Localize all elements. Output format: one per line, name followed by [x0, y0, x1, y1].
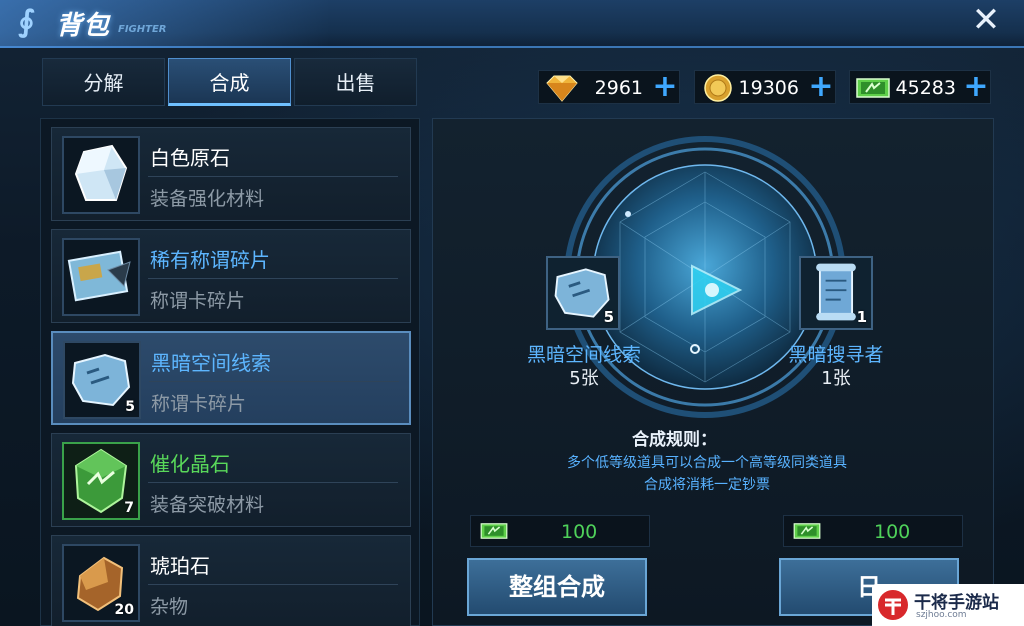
item-name: 稀有称谓碎片	[150, 248, 270, 272]
item-type: 装备强化材料	[150, 188, 265, 210]
gold-value: 19306	[738, 77, 799, 99]
list-item[interactable]: 20 琥珀石 杂物	[51, 535, 411, 626]
cost-right-value: 100	[874, 521, 911, 543]
add-diamond-button[interactable]: +	[651, 72, 679, 103]
item-name: 黑暗空间线索	[151, 351, 271, 375]
diamond-icon	[546, 75, 578, 102]
cost-left: 100	[470, 515, 650, 547]
target-item-slot[interactable]: 1	[799, 256, 873, 330]
item-name: 琥珀石	[150, 554, 210, 578]
close-button[interactable]: ✕	[966, 2, 1006, 38]
list-item-selected[interactable]: 5 黑暗空间线索 称谓卡碎片	[51, 331, 411, 425]
item-count: 20	[114, 602, 134, 618]
divider	[148, 176, 398, 177]
item-count: 5	[125, 399, 135, 415]
item-count: 7	[124, 500, 134, 516]
item-type: 杂物	[150, 596, 189, 618]
banknote-icon	[793, 523, 821, 539]
diamond-value: 2961	[594, 77, 643, 99]
white-crystal-icon	[74, 144, 128, 201]
list-item[interactable]: 7 催化晶石 装备突破材料	[51, 433, 411, 527]
currency-diamond: 2961 +	[538, 70, 680, 104]
add-gold-button[interactable]: +	[807, 72, 835, 103]
site-logo-icon	[878, 590, 908, 620]
source-item-qty: 5张	[569, 368, 599, 389]
play-arrow-icon[interactable]	[684, 262, 746, 318]
title-card-fragment-icon	[67, 250, 131, 302]
cost-left-value: 100	[561, 521, 598, 543]
item-thumb	[62, 136, 140, 214]
divider	[148, 482, 398, 483]
item-type: 装备突破材料	[150, 494, 265, 516]
item-thumb: 7	[62, 442, 140, 520]
list-item[interactable]: 稀有称谓碎片 称谓卡碎片	[51, 229, 411, 323]
divider	[148, 584, 398, 585]
source-item-slot[interactable]: 5	[546, 256, 620, 330]
tab-bar: 分解 合成 出售	[42, 58, 420, 106]
item-thumb: 20	[62, 544, 140, 622]
source-item-name: 黑暗空间线索	[526, 344, 641, 366]
list-item[interactable]: 白色原石 装备强化材料	[51, 127, 411, 221]
item-name: 催化晶石	[150, 452, 230, 476]
divider	[148, 278, 398, 279]
watermark-url: szjhoo.com	[916, 610, 967, 620]
gold-coin-icon	[704, 74, 732, 102]
currency-gold: 19306 +	[694, 70, 836, 104]
item-type: 称谓卡碎片	[151, 393, 247, 415]
rule-line: 合成将消耗一定钞票	[644, 477, 770, 493]
item-type: 称谓卡碎片	[150, 290, 246, 312]
item-thumb: 5	[63, 341, 141, 419]
bag-logo-icon: ∮	[18, 4, 35, 39]
cost-right: 100	[783, 515, 963, 547]
rules-title: 合成规则：	[632, 430, 717, 450]
target-item-qty: 1张	[821, 368, 851, 389]
item-thumb	[62, 238, 140, 316]
page-title: 背包	[56, 11, 111, 41]
divider	[149, 381, 399, 382]
item-name: 白色原石	[150, 146, 230, 170]
header-bar: ∮ 背包 FIGHTER ✕	[0, 0, 1024, 48]
tab-decompose[interactable]: 分解	[42, 58, 165, 106]
banknote-icon	[480, 523, 508, 539]
banknote-value: 45283	[895, 77, 956, 99]
add-banknote-button[interactable]: +	[962, 72, 990, 103]
merge-all-button[interactable]: 整组合成	[467, 558, 647, 616]
currency-banknote: 45283 +	[849, 70, 991, 104]
target-count: 1	[856, 308, 867, 326]
source-count: 5	[603, 308, 614, 326]
tab-synthesize[interactable]: 合成	[168, 58, 291, 106]
tab-sell[interactable]: 出售	[294, 58, 417, 106]
page-subtitle: FIGHTER	[118, 24, 167, 35]
banknote-icon	[856, 78, 890, 98]
rule-line: 多个低等级道具可以合成一个高等级同类道具	[567, 455, 847, 471]
item-list: 白色原石 装备强化材料 稀有称谓碎片 称谓卡碎片 5 黑暗空间线索 称谓卡碎片	[40, 118, 420, 626]
watermark: 干将手游站 szjhoo.com	[872, 584, 1024, 626]
target-item-name: 黑暗搜寻者	[788, 344, 884, 366]
